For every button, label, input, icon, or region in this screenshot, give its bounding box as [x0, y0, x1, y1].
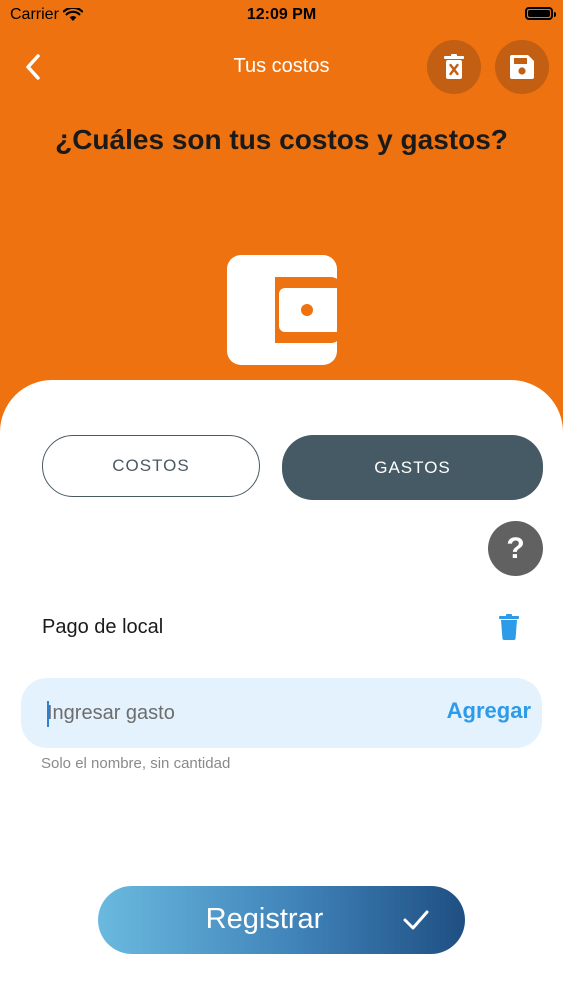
floppy-disk-icon	[510, 55, 534, 79]
status-bar: Carrier 12:09 PM	[0, 0, 563, 30]
wallet-icon	[227, 255, 341, 365]
battery-icon	[525, 7, 556, 20]
input-hint: Solo el nombre, sin cantidad	[41, 755, 231, 772]
text-caret	[47, 701, 49, 727]
status-time: 12:09 PM	[246, 6, 317, 23]
save-button[interactable]	[495, 40, 549, 94]
tab-costos[interactable]: COSTOS	[42, 435, 260, 497]
add-button[interactable]: Agregar	[447, 698, 531, 724]
tab-gastos-label: GASTOS	[374, 457, 451, 477]
tab-costos-label: COSTOS	[112, 456, 190, 475]
delete-item-button[interactable]	[496, 612, 522, 642]
register-button[interactable]: Registrar	[98, 886, 465, 954]
delete-all-button[interactable]	[427, 40, 481, 94]
register-label: Registrar	[205, 903, 324, 935]
tab-gastos[interactable]: GASTOS	[282, 435, 543, 500]
page-question: ¿Cuáles son tus costos y gastos?	[55, 124, 508, 155]
checkmark-icon	[403, 910, 429, 930]
list-item-label: Pago de local	[42, 616, 164, 638]
list-item: Pago de local	[42, 612, 522, 644]
trash-x-icon	[444, 54, 464, 79]
help-label: ?	[506, 531, 525, 565]
help-button[interactable]: ?	[488, 521, 543, 576]
gasto-input-container: Agregar	[21, 678, 542, 748]
trash-icon	[499, 614, 519, 640]
gasto-input[interactable]	[47, 678, 427, 748]
